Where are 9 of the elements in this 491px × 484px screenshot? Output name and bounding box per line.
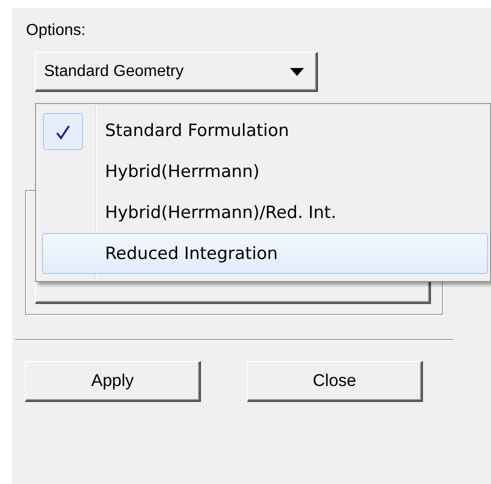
menu-item[interactable]: Hybrid(Herrmann)/Red. Int. (42, 192, 488, 233)
close-button[interactable]: Close (247, 361, 423, 402)
menu-item[interactable]: Hybrid(Herrmann) (42, 151, 488, 192)
geometry-dropdown[interactable]: Standard Geometry (35, 52, 318, 92)
menu-item[interactable]: Reduced Integration (42, 233, 488, 274)
apply-button[interactable]: Apply (25, 361, 201, 402)
menu-item[interactable]: Standard Formulation (42, 110, 488, 151)
options-label: Options: (26, 22, 87, 41)
caret-icon (290, 68, 304, 76)
